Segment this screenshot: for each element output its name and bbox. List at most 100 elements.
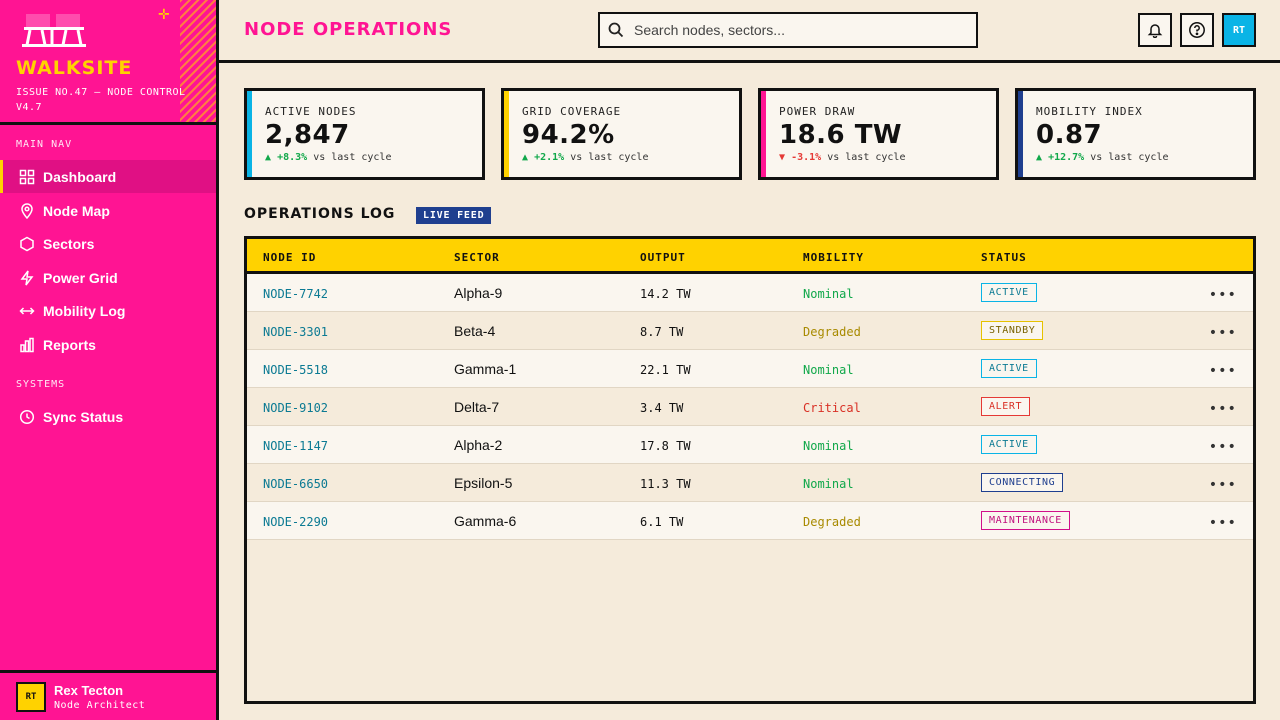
avatar-button[interactable]: RT [1222, 13, 1256, 47]
table-row[interactable]: NODE-3301 Beta-4 8.7 TW Degraded STANDBY ••• [247, 312, 1253, 350]
more-options-icon[interactable]: ••• [1209, 401, 1237, 417]
output-cell: 17.8 TW [640, 439, 691, 453]
node-id-link[interactable]: NODE-3301 [263, 325, 328, 339]
user-name: Rex Tecton [54, 682, 124, 698]
card-accent [504, 91, 509, 177]
stat-value: 0.87 [1036, 120, 1103, 150]
more-options-icon[interactable]: ••• [1209, 287, 1237, 303]
column-header[interactable]: OUTPUT [640, 251, 686, 264]
delta-suffix: vs last cycle [570, 152, 649, 163]
sector-cell: Gamma-1 [454, 361, 517, 377]
stat-delta: ▼ -3.1% vs last cycle [779, 152, 996, 163]
stat-value: 94.2% [522, 120, 615, 150]
more-options-icon[interactable]: ••• [1209, 325, 1237, 341]
more-options-icon[interactable]: ••• [1209, 515, 1237, 531]
status-badge: MAINTENANCE [981, 511, 1070, 530]
node-id-link[interactable]: NODE-2290 [263, 515, 328, 529]
mobility-cell: Degraded [803, 515, 861, 529]
status-badge: ALERT [981, 397, 1031, 416]
brand-logo-icon [22, 14, 86, 47]
output-cell: 11.3 TW [640, 477, 691, 491]
more-options-icon[interactable]: ••• [1209, 363, 1237, 379]
node-id-link[interactable]: NODE-5518 [263, 363, 328, 377]
node-id-link[interactable]: NODE-6650 [263, 477, 328, 491]
sidebar-item-label: Reports [43, 336, 96, 353]
user-role: Node Architect [54, 699, 146, 711]
table-row[interactable]: NODE-6650 Epsilon-5 11.3 TW Nominal CONNECTI… [247, 464, 1253, 502]
status-badge: STANDBY [981, 321, 1044, 340]
delta-suffix: vs last cycle [827, 152, 906, 163]
brand-name: WALKSITE [16, 57, 133, 79]
sidebar-item-node-map[interactable]: Node Map [0, 194, 216, 227]
arrows-horizontal-icon [19, 306, 35, 315]
stat-label: GRID COVERAGE [522, 105, 622, 118]
sidebar-item-sectors[interactable]: Sectors [0, 227, 216, 260]
help-button[interactable] [1180, 13, 1214, 47]
grid-icon [19, 169, 35, 184]
hexagon-icon [20, 236, 34, 251]
sidebar-item-label: Dashboard [43, 168, 117, 185]
column-header[interactable]: STATUS [981, 251, 1027, 264]
table-row[interactable]: NODE-5518 Gamma-1 22.1 TW Nominal ACTIVE ••• [247, 350, 1253, 388]
search-box[interactable] [598, 12, 978, 48]
operations-log-title: OPERATIONS LOG [244, 206, 396, 222]
avatar: RT [16, 681, 46, 712]
node-id-link[interactable]: NODE-9102 [263, 401, 328, 415]
notifications-button[interactable] [1138, 13, 1172, 47]
search-input[interactable] [634, 22, 954, 38]
mobility-cell: Nominal [803, 363, 854, 377]
delta-value: +12.7% [1048, 152, 1085, 163]
mobility-cell: Degraded [803, 325, 861, 339]
page-title: NODE OPERATIONS [244, 19, 453, 40]
up-triangle-icon: ▲ [1036, 152, 1043, 163]
sidebar-item-reports[interactable]: Reports [0, 328, 216, 361]
output-cell: 22.1 TW [640, 363, 691, 377]
main-nav-label: MAIN NAV [16, 139, 73, 150]
card-accent [247, 91, 252, 177]
mobility-cell: Critical [803, 401, 861, 415]
delta-suffix: vs last cycle [313, 152, 392, 163]
help-icon [1189, 22, 1205, 38]
sidebar: ✛ WALKSITE ISSUE NO.47 — NODE CONTROL V4… [0, 0, 219, 720]
column-header[interactable]: SECTOR [454, 251, 500, 264]
table-body: NODE-7742 Alpha-9 14.2 TW Nominal ACTIVE ••• N… [247, 274, 1253, 540]
sidebar-item-dashboard[interactable]: Dashboard [0, 160, 216, 193]
stat-card-grid-coverage: GRID COVERAGE 94.2% ▲ +2.1% vs last cycl… [501, 88, 742, 180]
plus-decoration-icon: ✛ [158, 6, 170, 22]
stat-value: 18.6 TW [779, 120, 903, 150]
mobility-cell: Nominal [803, 477, 854, 491]
node-id-link[interactable]: NODE-1147 [263, 439, 328, 453]
stat-card-active-nodes: ACTIVE NODES 2,847 ▲ +8.3% vs last cycle [244, 88, 485, 180]
delta-value: +2.1% [534, 152, 565, 163]
sidebar-item-mobility-log[interactable]: Mobility Log [0, 294, 216, 327]
sidebar-item-power-grid[interactable]: Power Grid [0, 261, 216, 294]
delta-suffix: vs last cycle [1090, 152, 1169, 163]
output-cell: 8.7 TW [640, 325, 684, 339]
brand-block: ✛ WALKSITE ISSUE NO.47 — NODE CONTROL V4… [0, 0, 216, 125]
more-options-icon[interactable]: ••• [1209, 439, 1237, 455]
sidebar-item-sync-status[interactable]: Sync Status [0, 400, 216, 433]
column-header[interactable]: MOBILITY [803, 251, 864, 264]
output-cell: 3.4 TW [640, 401, 684, 415]
stat-label: POWER DRAW [779, 105, 856, 118]
node-id-link[interactable]: NODE-7742 [263, 287, 328, 301]
more-options-icon[interactable]: ••• [1209, 477, 1237, 493]
output-cell: 6.1 TW [640, 515, 684, 529]
table-row[interactable]: NODE-1147 Alpha-2 17.8 TW Nominal ACTIVE ••• [247, 426, 1253, 464]
bolt-icon [20, 270, 34, 285]
top-header: NODE OPERATIONS RT [219, 0, 1280, 63]
status-badge: ACTIVE [981, 435, 1037, 454]
sector-cell: Alpha-9 [454, 285, 503, 301]
table-header: NODE ID SECTOR OUTPUT MOBILITY STATUS [247, 239, 1253, 274]
table-row[interactable]: NODE-9102 Delta-7 3.4 TW Critical ALERT ••• [247, 388, 1253, 426]
table-row[interactable]: NODE-7742 Alpha-9 14.2 TW Nominal ACTIVE ••• [247, 274, 1253, 312]
sidebar-item-label: Mobility Log [43, 302, 126, 319]
user-profile[interactable]: RT Rex Tecton Node Architect [0, 670, 216, 720]
status-badge: CONNECTING [981, 473, 1064, 492]
mobility-cell: Nominal [803, 287, 854, 301]
status-badge: ACTIVE [981, 283, 1037, 302]
bar-chart-icon [20, 337, 34, 352]
sector-cell: Gamma-6 [454, 513, 517, 529]
table-row[interactable]: NODE-2290 Gamma-6 6.1 TW Degraded MAINTENANC… [247, 502, 1253, 540]
column-header[interactable]: NODE ID [263, 251, 316, 264]
